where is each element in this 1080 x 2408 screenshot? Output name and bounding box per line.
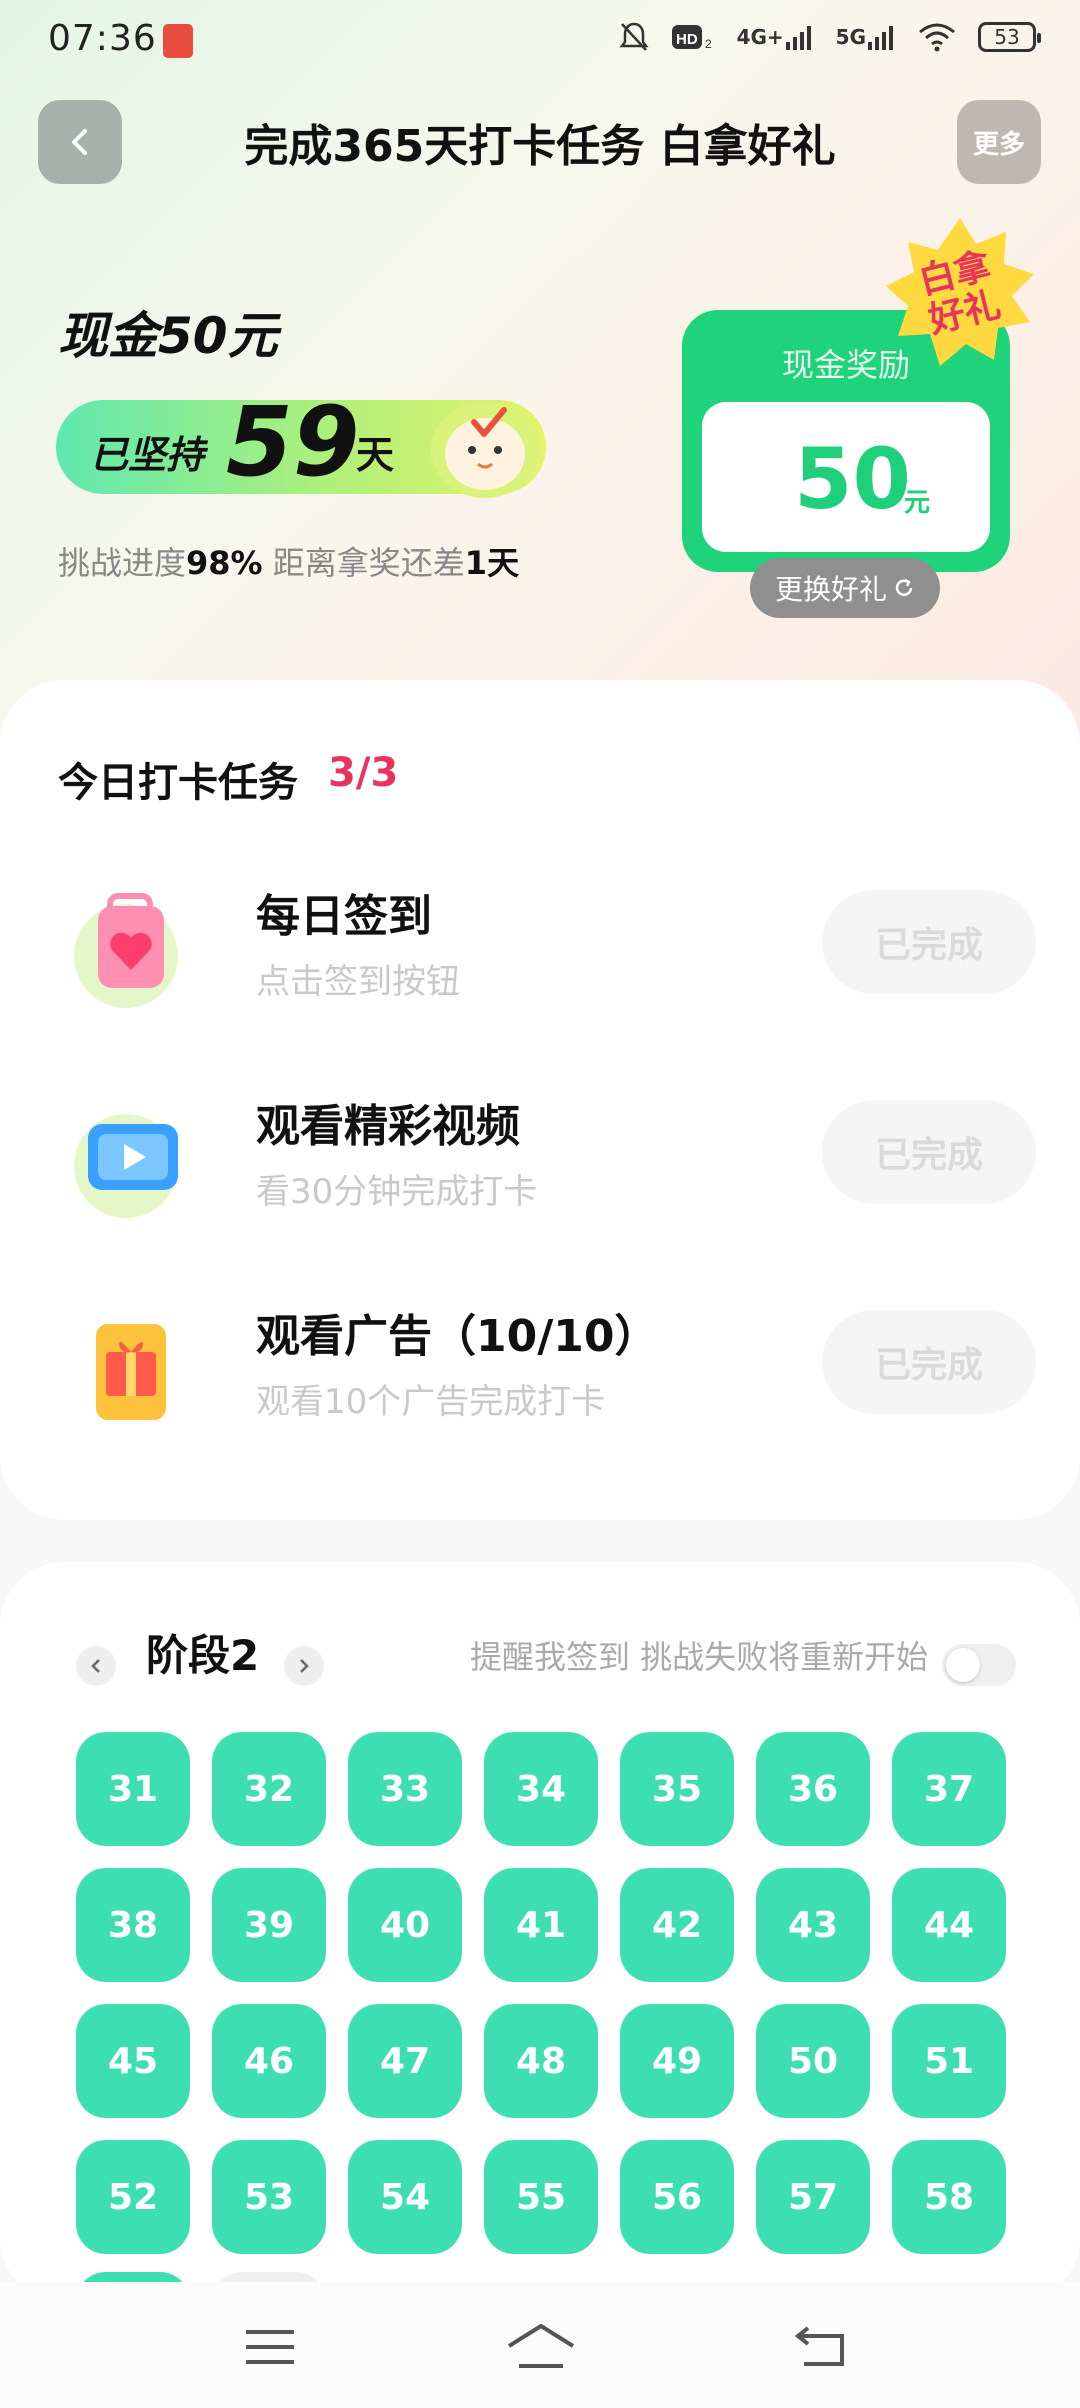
day-cell[interactable]: 51 bbox=[892, 2004, 1006, 2118]
mascot-icon bbox=[431, 402, 539, 498]
day-cell[interactable]: 44 bbox=[892, 1868, 1006, 1982]
day-cell[interactable]: 50 bbox=[756, 2004, 870, 2118]
svg-text:HD: HD bbox=[676, 31, 698, 48]
status-bar: 07:36 HD 2 4G+ 5G 53 bbox=[0, 0, 1080, 84]
chevron-right-icon bbox=[300, 1659, 309, 1673]
day-cell[interactable]: 54 bbox=[348, 2140, 462, 2254]
task-title: 每日签到 bbox=[256, 891, 432, 942]
swap-gift-button[interactable]: 更换好礼 bbox=[750, 558, 940, 618]
progress-line: 挑战进度98% 距离拿奖还差1天 bbox=[58, 538, 519, 584]
day-cell[interactable]: 42 bbox=[620, 1868, 734, 1982]
stage-card: 阶段2 提醒我签到 挑战失败将重新开始 31 32 33 34 35 36 37 38 39 40… bbox=[0, 1562, 1080, 2302]
daily-tasks-card: 今日打卡任务 3/3 每日签到 点击签到按钮 已完成 观看精彩视频 看30分钟完… bbox=[0, 680, 1080, 1520]
hd-icon: HD 2 bbox=[671, 20, 715, 54]
gift-box-icon bbox=[96, 1324, 166, 1420]
more-button[interactable]: 更多 bbox=[957, 100, 1041, 184]
reward-unit: 元 bbox=[904, 488, 931, 518]
remaining-label: 距离拿奖还差 bbox=[272, 544, 465, 582]
stage-label: 阶段2 bbox=[146, 1631, 260, 1680]
day-cell[interactable]: 32 bbox=[212, 1732, 326, 1846]
status-time: 07:36 bbox=[48, 18, 157, 59]
video-play-icon bbox=[74, 1114, 178, 1218]
day-cell[interactable]: 31 bbox=[76, 1732, 190, 1846]
remind-text: 提醒我签到 挑战失败将重新开始 bbox=[470, 1638, 929, 1676]
day-cell[interactable]: 55 bbox=[484, 2140, 598, 2254]
day-cell[interactable]: 47 bbox=[348, 2004, 462, 2118]
day-cell[interactable]: 57 bbox=[756, 2140, 870, 2254]
refresh-icon bbox=[895, 578, 913, 596]
day-cell[interactable]: 56 bbox=[620, 2140, 734, 2254]
task-item: 每日签到 点击签到按钮 已完成 bbox=[0, 880, 1080, 1030]
day-cell[interactable]: 33 bbox=[348, 1732, 462, 1846]
task-title: 观看广告（10/10） bbox=[256, 1311, 659, 1362]
wifi-icon bbox=[918, 20, 956, 54]
persist-prefix: 已坚持 bbox=[90, 433, 205, 477]
task-title: 观看精彩视频 bbox=[256, 1101, 520, 1152]
network-type-2: 5G bbox=[835, 25, 866, 49]
day-cell[interactable]: 39 bbox=[212, 1868, 326, 1982]
day-cell[interactable]: 36 bbox=[756, 1732, 870, 1846]
free-gift-badge: 白拿 好礼 bbox=[880, 214, 1040, 374]
chevron-left-icon bbox=[91, 1659, 100, 1673]
persist-banner: 已坚持 59 天 bbox=[56, 386, 546, 498]
status-icons: HD 2 4G+ 5G 53 bbox=[619, 20, 1041, 54]
task-subtitle: 看30分钟完成打卡 bbox=[256, 1172, 538, 1212]
day-cell[interactable]: 48 bbox=[484, 2004, 598, 2118]
task-completed-button[interactable]: 已完成 bbox=[822, 1310, 1036, 1414]
day-cell[interactable]: 38 bbox=[76, 1868, 190, 1982]
progress-label: 挑战进度 bbox=[58, 544, 187, 582]
day-cell[interactable]: 37 bbox=[892, 1732, 1006, 1846]
reward-amount: 50 bbox=[794, 430, 911, 528]
persist-days: 59 bbox=[226, 386, 360, 498]
system-nav-bar bbox=[0, 2282, 1080, 2408]
prev-stage-button[interactable] bbox=[76, 1646, 116, 1686]
tasks-count: 3/3 bbox=[328, 750, 399, 796]
task-item: 观看精彩视频 看30分钟完成打卡 已完成 bbox=[0, 1090, 1080, 1240]
app-notification-icon bbox=[163, 24, 193, 58]
task-completed-button[interactable]: 已完成 bbox=[822, 890, 1036, 994]
day-cell[interactable]: 53 bbox=[212, 2140, 326, 2254]
persist-suffix: 天 bbox=[356, 433, 395, 477]
task-item: 观看广告（10/10） 观看10个广告完成打卡 已完成 bbox=[0, 1300, 1080, 1450]
day-cell[interactable]: 43 bbox=[756, 1868, 870, 1982]
page-title: 完成365天打卡任务 白拿好礼 bbox=[244, 121, 836, 172]
tasks-title: 今日打卡任务 bbox=[58, 760, 298, 806]
task-completed-button[interactable]: 已完成 bbox=[822, 1100, 1036, 1204]
day-cell[interactable]: 46 bbox=[212, 2004, 326, 2118]
heart-bag-icon bbox=[74, 893, 178, 1008]
day-cell[interactable]: 45 bbox=[76, 2004, 190, 2118]
swap-gift-label: 更换好礼 bbox=[774, 573, 887, 606]
do-not-disturb-icon bbox=[619, 20, 649, 54]
day-cell[interactable]: 58 bbox=[892, 2140, 1006, 2254]
cash-title: 现金50元 bbox=[58, 307, 278, 365]
next-stage-button[interactable] bbox=[284, 1646, 324, 1686]
battery-icon: 53 bbox=[978, 22, 1041, 52]
remaining-value: 1天 bbox=[464, 544, 520, 582]
day-cell[interactable]: 40 bbox=[348, 1868, 462, 1982]
day-cell[interactable]: 34 bbox=[484, 1732, 598, 1846]
signal-icon-2: 5G bbox=[836, 20, 896, 54]
menu-icon[interactable] bbox=[240, 2322, 300, 2372]
back-nav-icon[interactable] bbox=[792, 2322, 852, 2372]
day-cell[interactable]: 49 bbox=[620, 2004, 734, 2118]
task-subtitle: 观看10个广告完成打卡 bbox=[256, 1382, 606, 1422]
day-cell[interactable]: 35 bbox=[620, 1732, 734, 1846]
task-subtitle: 点击签到按钮 bbox=[256, 962, 460, 1002]
day-cell[interactable]: 41 bbox=[484, 1868, 598, 1982]
toggle-knob bbox=[946, 1648, 980, 1682]
home-icon[interactable] bbox=[505, 2322, 577, 2372]
signal-icon: 4G+ bbox=[737, 20, 814, 54]
reward-inner: 50 元 bbox=[702, 402, 990, 552]
network-type-1: 4G+ bbox=[736, 25, 784, 49]
remind-toggle[interactable] bbox=[942, 1644, 1016, 1686]
progress-value: 98% bbox=[186, 544, 263, 582]
day-cell[interactable]: 52 bbox=[76, 2140, 190, 2254]
svg-text:2: 2 bbox=[705, 37, 712, 51]
